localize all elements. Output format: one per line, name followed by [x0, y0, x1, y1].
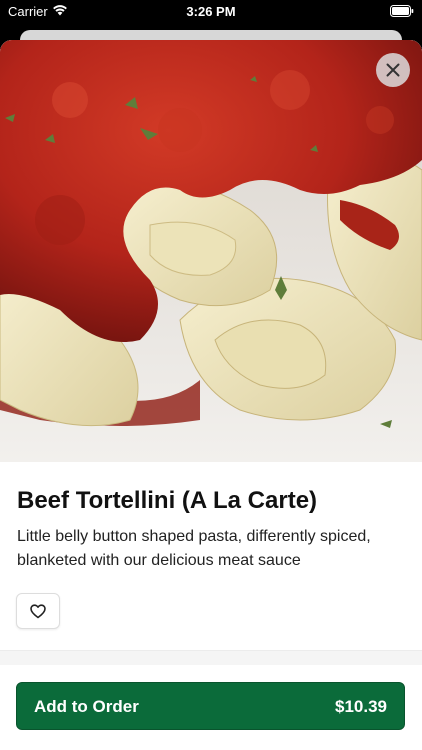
- bottom-action-bar: Add to Order $10.39: [0, 666, 422, 750]
- heart-outline-icon: [30, 603, 46, 618]
- favorite-button[interactable]: [16, 593, 60, 629]
- item-description: Little belly button shaped pasta, differ…: [17, 528, 371, 569]
- close-icon: [386, 63, 400, 77]
- battery-icon: [390, 5, 414, 17]
- close-button[interactable]: [376, 53, 410, 87]
- status-time: 3:26 PM: [186, 4, 236, 19]
- item-price: $10.39: [335, 697, 387, 716]
- add-to-order-label: Add to Order: [34, 697, 139, 716]
- tortellini-image: [0, 40, 422, 462]
- item-title: Beef Tortellini (A La Carte): [17, 487, 318, 514]
- status-bar: Carrier 3:26 PM: [0, 0, 422, 22]
- section-divider: [0, 650, 422, 665]
- add-to-order-button[interactable]: Add to Order $10.39: [16, 682, 405, 730]
- item-photo: [0, 40, 422, 462]
- item-detail-sheet: Beef Tortellini (A La Carte) Little bell…: [0, 40, 422, 750]
